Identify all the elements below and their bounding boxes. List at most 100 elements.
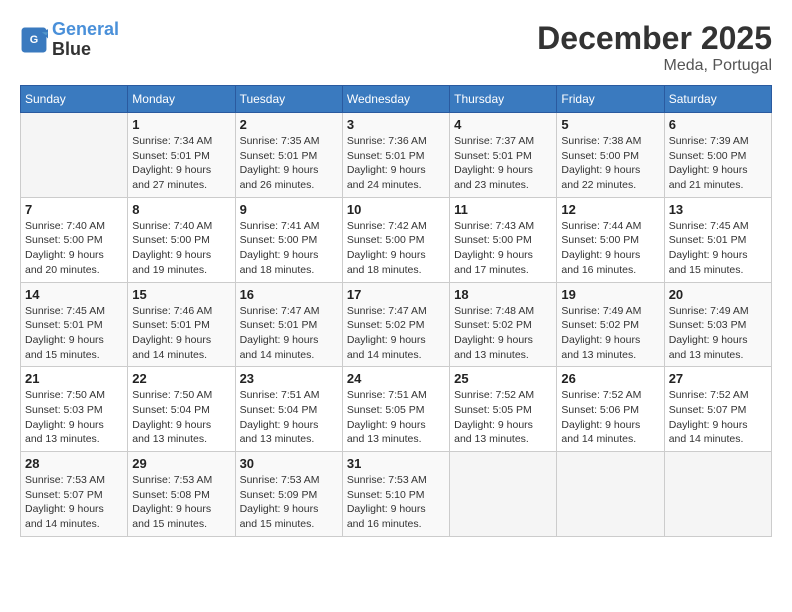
calendar-cell: 18 Sunrise: 7:48 AM Sunset: 5:02 PM Dayl… <box>450 282 557 367</box>
day-number: 11 <box>454 202 552 217</box>
month-title: December 2025 <box>537 20 772 57</box>
weekday-header-friday: Friday <box>557 86 664 113</box>
day-info: Sunrise: 7:39 AM Sunset: 5:00 PM Dayligh… <box>669 134 767 193</box>
day-info: Sunrise: 7:51 AM Sunset: 5:05 PM Dayligh… <box>347 388 445 447</box>
weekday-header-sunday: Sunday <box>21 86 128 113</box>
day-number: 8 <box>132 202 230 217</box>
calendar-cell: 11 Sunrise: 7:43 AM Sunset: 5:00 PM Dayl… <box>450 197 557 282</box>
calendar-table: SundayMondayTuesdayWednesdayThursdayFrid… <box>20 85 772 537</box>
calendar-cell: 7 Sunrise: 7:40 AM Sunset: 5:00 PM Dayli… <box>21 197 128 282</box>
calendar-cell: 16 Sunrise: 7:47 AM Sunset: 5:01 PM Dayl… <box>235 282 342 367</box>
weekday-header-thursday: Thursday <box>450 86 557 113</box>
day-number: 30 <box>240 456 338 471</box>
day-info: Sunrise: 7:48 AM Sunset: 5:02 PM Dayligh… <box>454 304 552 363</box>
day-number: 27 <box>669 371 767 386</box>
calendar-cell: 31 Sunrise: 7:53 AM Sunset: 5:10 PM Dayl… <box>342 452 449 537</box>
day-number: 3 <box>347 117 445 132</box>
day-number: 20 <box>669 287 767 302</box>
day-number: 24 <box>347 371 445 386</box>
calendar-week-row: 1 Sunrise: 7:34 AM Sunset: 5:01 PM Dayli… <box>21 113 772 198</box>
calendar-cell <box>557 452 664 537</box>
logo-text: General Blue <box>52 20 119 60</box>
day-number: 2 <box>240 117 338 132</box>
day-info: Sunrise: 7:38 AM Sunset: 5:00 PM Dayligh… <box>561 134 659 193</box>
day-info: Sunrise: 7:40 AM Sunset: 5:00 PM Dayligh… <box>132 219 230 278</box>
day-number: 4 <box>454 117 552 132</box>
calendar-cell: 15 Sunrise: 7:46 AM Sunset: 5:01 PM Dayl… <box>128 282 235 367</box>
calendar-cell: 3 Sunrise: 7:36 AM Sunset: 5:01 PM Dayli… <box>342 113 449 198</box>
calendar-week-row: 14 Sunrise: 7:45 AM Sunset: 5:01 PM Dayl… <box>21 282 772 367</box>
calendar-cell: 19 Sunrise: 7:49 AM Sunset: 5:02 PM Dayl… <box>557 282 664 367</box>
day-number: 9 <box>240 202 338 217</box>
day-info: Sunrise: 7:40 AM Sunset: 5:00 PM Dayligh… <box>25 219 123 278</box>
day-info: Sunrise: 7:53 AM Sunset: 5:10 PM Dayligh… <box>347 473 445 532</box>
calendar-cell: 4 Sunrise: 7:37 AM Sunset: 5:01 PM Dayli… <box>450 113 557 198</box>
calendar-cell: 22 Sunrise: 7:50 AM Sunset: 5:04 PM Dayl… <box>128 367 235 452</box>
calendar-cell: 30 Sunrise: 7:53 AM Sunset: 5:09 PM Dayl… <box>235 452 342 537</box>
day-info: Sunrise: 7:53 AM Sunset: 5:08 PM Dayligh… <box>132 473 230 532</box>
calendar-cell: 21 Sunrise: 7:50 AM Sunset: 5:03 PM Dayl… <box>21 367 128 452</box>
weekday-header-monday: Monday <box>128 86 235 113</box>
calendar-cell: 23 Sunrise: 7:51 AM Sunset: 5:04 PM Dayl… <box>235 367 342 452</box>
day-info: Sunrise: 7:53 AM Sunset: 5:09 PM Dayligh… <box>240 473 338 532</box>
calendar-cell: 8 Sunrise: 7:40 AM Sunset: 5:00 PM Dayli… <box>128 197 235 282</box>
calendar-cell: 1 Sunrise: 7:34 AM Sunset: 5:01 PM Dayli… <box>128 113 235 198</box>
day-number: 19 <box>561 287 659 302</box>
day-info: Sunrise: 7:52 AM Sunset: 5:07 PM Dayligh… <box>669 388 767 447</box>
day-number: 25 <box>454 371 552 386</box>
day-info: Sunrise: 7:36 AM Sunset: 5:01 PM Dayligh… <box>347 134 445 193</box>
svg-text:G: G <box>30 34 38 46</box>
weekday-header-tuesday: Tuesday <box>235 86 342 113</box>
calendar-cell: 13 Sunrise: 7:45 AM Sunset: 5:01 PM Dayl… <box>664 197 771 282</box>
calendar-cell: 6 Sunrise: 7:39 AM Sunset: 5:00 PM Dayli… <box>664 113 771 198</box>
calendar-cell: 17 Sunrise: 7:47 AM Sunset: 5:02 PM Dayl… <box>342 282 449 367</box>
page-header: G General Blue December 2025 Meda, Portu… <box>20 20 772 75</box>
calendar-cell: 2 Sunrise: 7:35 AM Sunset: 5:01 PM Dayli… <box>235 113 342 198</box>
day-number: 23 <box>240 371 338 386</box>
day-info: Sunrise: 7:35 AM Sunset: 5:01 PM Dayligh… <box>240 134 338 193</box>
calendar-cell: 20 Sunrise: 7:49 AM Sunset: 5:03 PM Dayl… <box>664 282 771 367</box>
calendar-cell: 10 Sunrise: 7:42 AM Sunset: 5:00 PM Dayl… <box>342 197 449 282</box>
day-info: Sunrise: 7:47 AM Sunset: 5:01 PM Dayligh… <box>240 304 338 363</box>
weekday-header-wednesday: Wednesday <box>342 86 449 113</box>
location: Meda, Portugal <box>537 57 772 75</box>
calendar-cell: 29 Sunrise: 7:53 AM Sunset: 5:08 PM Dayl… <box>128 452 235 537</box>
calendar-week-row: 7 Sunrise: 7:40 AM Sunset: 5:00 PM Dayli… <box>21 197 772 282</box>
day-info: Sunrise: 7:53 AM Sunset: 5:07 PM Dayligh… <box>25 473 123 532</box>
title-section: December 2025 Meda, Portugal <box>537 20 772 75</box>
day-number: 16 <box>240 287 338 302</box>
day-info: Sunrise: 7:50 AM Sunset: 5:04 PM Dayligh… <box>132 388 230 447</box>
calendar-cell: 9 Sunrise: 7:41 AM Sunset: 5:00 PM Dayli… <box>235 197 342 282</box>
day-info: Sunrise: 7:43 AM Sunset: 5:00 PM Dayligh… <box>454 219 552 278</box>
day-number: 7 <box>25 202 123 217</box>
day-info: Sunrise: 7:52 AM Sunset: 5:05 PM Dayligh… <box>454 388 552 447</box>
day-number: 18 <box>454 287 552 302</box>
weekday-header-saturday: Saturday <box>664 86 771 113</box>
day-number: 1 <box>132 117 230 132</box>
day-info: Sunrise: 7:49 AM Sunset: 5:03 PM Dayligh… <box>669 304 767 363</box>
day-info: Sunrise: 7:44 AM Sunset: 5:00 PM Dayligh… <box>561 219 659 278</box>
calendar-cell: 12 Sunrise: 7:44 AM Sunset: 5:00 PM Dayl… <box>557 197 664 282</box>
day-number: 26 <box>561 371 659 386</box>
day-number: 5 <box>561 117 659 132</box>
logo: G General Blue <box>20 20 119 60</box>
day-number: 28 <box>25 456 123 471</box>
day-number: 17 <box>347 287 445 302</box>
calendar-cell: 26 Sunrise: 7:52 AM Sunset: 5:06 PM Dayl… <box>557 367 664 452</box>
calendar-cell: 5 Sunrise: 7:38 AM Sunset: 5:00 PM Dayli… <box>557 113 664 198</box>
calendar-week-row: 28 Sunrise: 7:53 AM Sunset: 5:07 PM Dayl… <box>21 452 772 537</box>
day-info: Sunrise: 7:47 AM Sunset: 5:02 PM Dayligh… <box>347 304 445 363</box>
day-info: Sunrise: 7:50 AM Sunset: 5:03 PM Dayligh… <box>25 388 123 447</box>
calendar-cell: 24 Sunrise: 7:51 AM Sunset: 5:05 PM Dayl… <box>342 367 449 452</box>
day-info: Sunrise: 7:52 AM Sunset: 5:06 PM Dayligh… <box>561 388 659 447</box>
day-number: 29 <box>132 456 230 471</box>
calendar-cell <box>21 113 128 198</box>
day-info: Sunrise: 7:45 AM Sunset: 5:01 PM Dayligh… <box>669 219 767 278</box>
calendar-cell: 25 Sunrise: 7:52 AM Sunset: 5:05 PM Dayl… <box>450 367 557 452</box>
calendar-cell <box>664 452 771 537</box>
logo-icon: G <box>20 26 48 54</box>
day-info: Sunrise: 7:46 AM Sunset: 5:01 PM Dayligh… <box>132 304 230 363</box>
day-info: Sunrise: 7:34 AM Sunset: 5:01 PM Dayligh… <box>132 134 230 193</box>
day-info: Sunrise: 7:41 AM Sunset: 5:00 PM Dayligh… <box>240 219 338 278</box>
day-number: 10 <box>347 202 445 217</box>
